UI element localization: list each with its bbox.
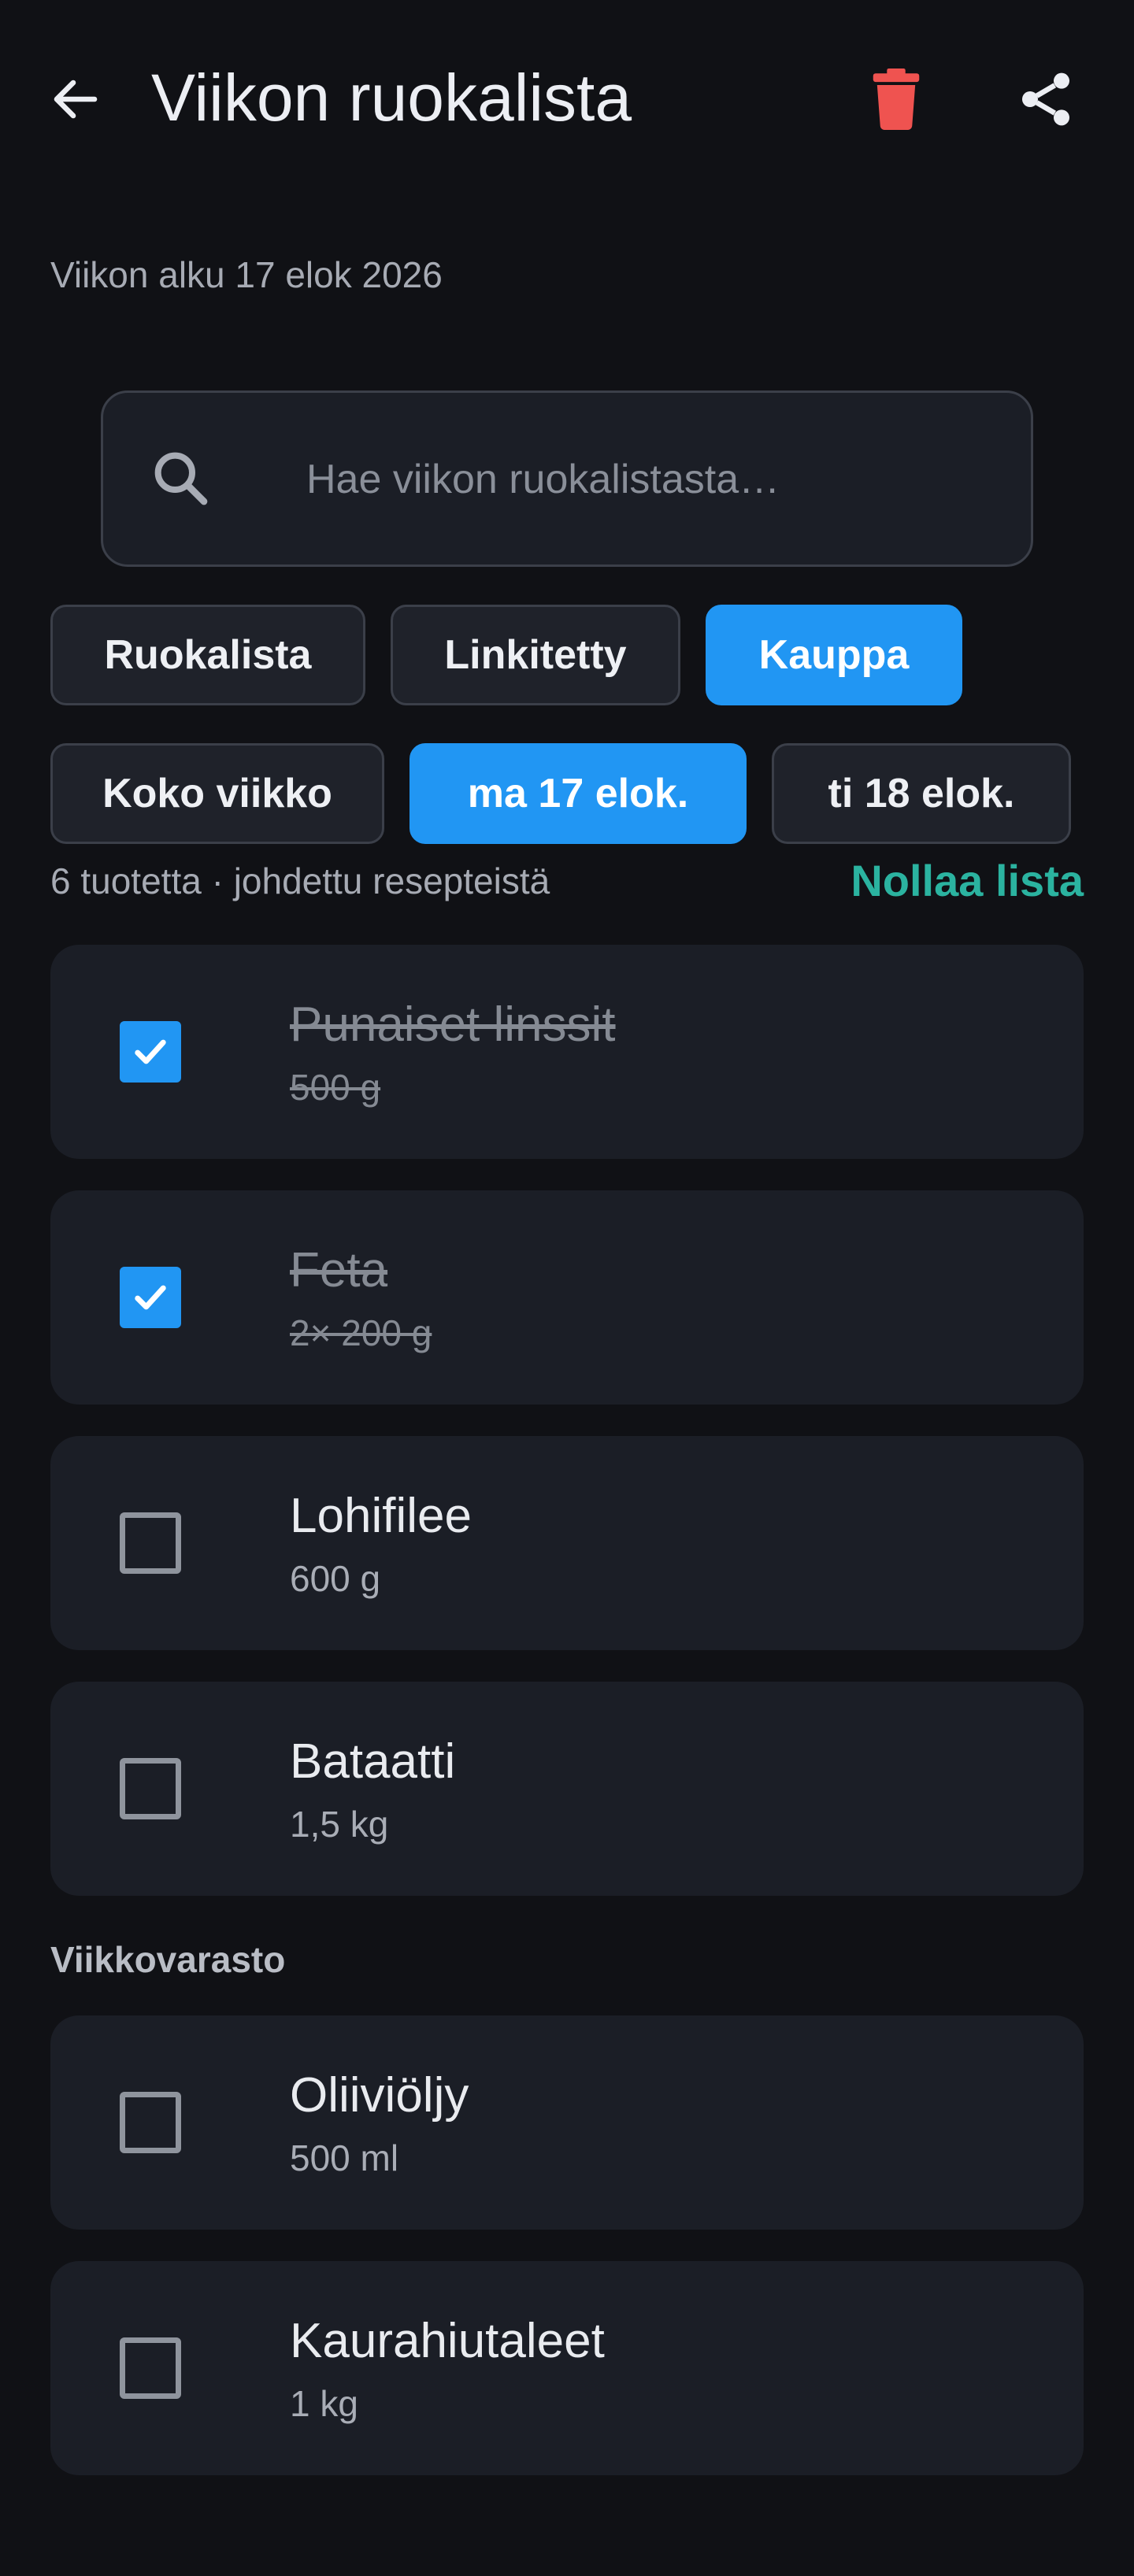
item-name: Kaurahiutaleet [290, 2314, 605, 2368]
back-button[interactable] [38, 61, 113, 137]
item-checkbox[interactable] [120, 1267, 181, 1328]
delete-button[interactable] [858, 61, 934, 137]
arrow-left-icon [54, 80, 98, 119]
list-item[interactable]: Oliiviöljy 500 ml [50, 2015, 1084, 2230]
item-quantity: 1 kg [290, 2383, 358, 2424]
search-icon [154, 452, 208, 505]
item-checkbox[interactable] [120, 1021, 181, 1083]
item-name: Feta [290, 1243, 388, 1297]
day-chip-tue[interactable]: ti 18 elok. [772, 743, 1071, 844]
list-item[interactable]: Bataatti 1,5 kg [50, 1682, 1084, 1896]
item-checkbox[interactable] [120, 2337, 181, 2399]
day-chip-mon[interactable]: ma 17 elok. [410, 743, 747, 844]
share-button[interactable] [1008, 61, 1084, 137]
list-item[interactable]: Feta 2× 200 g [50, 1190, 1084, 1405]
search-input[interactable] [305, 393, 1017, 566]
item-checkbox[interactable] [120, 1512, 181, 1574]
list-item[interactable]: Lohifilee 600 g [50, 1436, 1084, 1650]
item-name: Lohifilee [290, 1489, 472, 1543]
item-quantity: 500 ml [290, 2137, 399, 2178]
list-item[interactable]: Kaurahiutaleet 1 kg [50, 2261, 1084, 2475]
list-item[interactable]: Punaiset linssit 500 g [50, 945, 1084, 1159]
item-checkbox[interactable] [120, 2092, 181, 2153]
trash-icon [873, 68, 920, 130]
check-icon [135, 1285, 166, 1310]
week-start-label: Viikon alku 17 elok 2026 [50, 254, 443, 295]
item-quantity: 1,5 kg [290, 1804, 389, 1845]
item-count: 6 tuotetta · johdettu resepteistä [50, 861, 550, 901]
tab-kauppa[interactable]: Kauppa [706, 605, 962, 705]
item-quantity: 2× 200 g [290, 1312, 432, 1353]
page-title: Viikon ruokalista [151, 61, 632, 135]
reset-list-button[interactable]: Nollaa lista [850, 855, 1084, 906]
tab-ruokalista[interactable]: Ruokalista [50, 605, 365, 705]
tab-linkitetty[interactable]: Linkitetty [391, 605, 680, 705]
day-chip-week[interactable]: Koko viikko [50, 743, 384, 844]
share-icon [1022, 72, 1069, 126]
item-name: Oliiviöljy [290, 2068, 469, 2123]
search-bar[interactable] [101, 390, 1033, 567]
section-label-pantry: Viikkovarasto [50, 1939, 286, 1980]
item-name: Bataatti [290, 1734, 456, 1789]
item-quantity: 600 g [290, 1558, 381, 1599]
check-icon [135, 1039, 166, 1064]
item-checkbox[interactable] [120, 1758, 181, 1819]
item-quantity: 500 g [290, 1067, 381, 1108]
item-name: Punaiset linssit [290, 997, 616, 1052]
